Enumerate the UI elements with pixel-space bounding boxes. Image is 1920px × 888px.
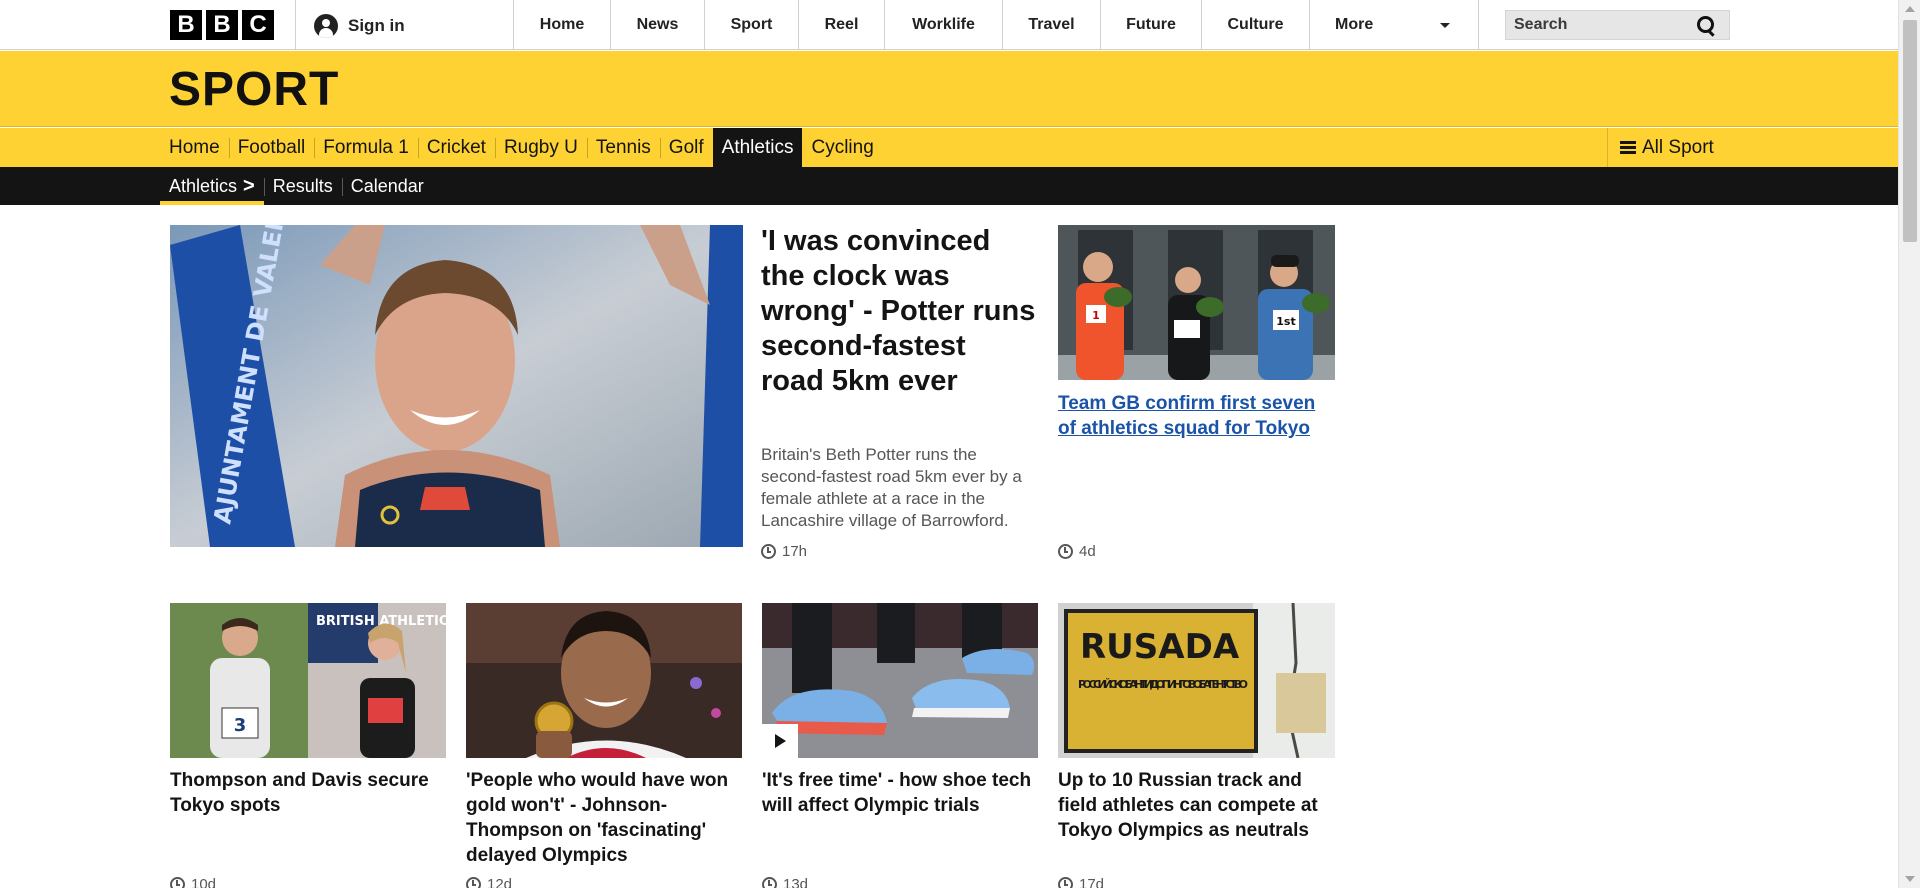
scroll-down-arrow-icon[interactable] [1905,876,1915,882]
sport-nav-athletics[interactable]: Athletics [712,128,803,167]
card-time: 10d [191,876,217,888]
card-headline-thompson-davis[interactable]: Thompson and Davis secure Tokyo spots [170,768,450,818]
bib-text-second: 1st [1276,315,1295,328]
header-divider [295,0,296,50]
card-timestamp: 12d [466,876,512,888]
lead-story-headline[interactable]: 'I was convinced the clock was wrong' - … [761,224,1036,399]
sport-nav-cycling[interactable]: Cycling [802,128,882,167]
play-icon[interactable] [762,724,798,758]
clock-icon [761,544,776,559]
card1-photo-illustration: BRITISH ATHLETICS 3 [170,603,446,758]
all-sport-label: All Sport [1642,136,1714,158]
lead-story-time: 17h [782,543,808,560]
bbc-logo[interactable]: B B C [170,10,274,40]
sport-nav-home[interactable]: Home [160,128,229,167]
bib-text: 1 [1092,309,1100,322]
nav-news[interactable]: News [610,0,704,50]
side-photo-illustration: 1 1st [1058,225,1335,380]
search-input[interactable] [1506,11,1686,39]
global-nav: Home News Sport Reel Worklife Travel Fut… [513,0,1479,50]
nav-future[interactable]: Future [1100,0,1201,50]
subnav-results[interactable]: Results [263,167,342,205]
nav-worklife[interactable]: Worklife [884,0,1002,50]
side-story-timestamp: 4d [1058,543,1096,560]
nav-home[interactable]: Home [513,0,610,50]
nav-culture[interactable]: Culture [1201,0,1309,50]
scrollbar-thumb[interactable] [1903,20,1917,242]
card-time: 13d [783,876,809,888]
rusada-sign-subtext: РОССИЙСКОЕ АНТИДОПИНГОВОЕ АГЕНТСТВО [1078,678,1248,691]
card-time: 12d [487,876,513,888]
card-time: 17d [1079,876,1105,888]
subnav-athletics-label: Athletics [169,175,238,196]
rusada-sign-text: RUSADA [1080,627,1240,667]
sign-in-link[interactable]: Sign in [314,14,405,38]
chevron-down-icon [1440,23,1450,28]
nav-more-label: More [1335,16,1374,33]
lead-story-image[interactable]: AJUNTAMENT DE VALENCIA [170,225,743,547]
chevron-right-icon: > [243,174,255,197]
sport-nav-golf[interactable]: Golf [659,128,713,167]
side-story-image[interactable]: 1 1st [1058,225,1335,380]
sport-nav-formula-1[interactable]: Formula 1 [314,128,418,167]
card-headline-shoe-tech[interactable]: 'It's free time' - how shoe tech will af… [762,768,1042,818]
card1-bib-text: 3 [234,715,247,736]
card-image-shoe-tech[interactable] [762,603,1038,758]
user-icon [314,14,338,38]
athletics-subnav: Athletics > Results Calendar [0,167,1898,205]
menu-icon [1620,140,1636,155]
sport-title[interactable]: SPORT [169,62,339,117]
search-box [1505,10,1730,40]
card-headline-russian-athletes[interactable]: Up to 10 Russian track and field athlete… [1058,768,1338,843]
nav-sport[interactable]: Sport [704,0,798,50]
nav-reel[interactable]: Reel [798,0,884,50]
card-headline-johnson-thompson[interactable]: 'People who would have won gold won't' -… [466,768,746,868]
bbc-global-header: B B C Sign in Home News Sport Reel Workl… [0,0,1898,50]
nav-more[interactable]: More [1309,0,1479,50]
card-timestamp: 13d [762,876,808,888]
side-story-headline[interactable]: Team GB confirm first seven of athletics… [1058,391,1335,441]
card3-photo-illustration [762,603,1038,758]
lead-story-summary: Britain's Beth Potter runs the second-fa… [761,445,1022,530]
clock-icon [466,877,481,888]
all-sport-button[interactable]: All Sport [1607,128,1898,167]
sport-nav-football[interactable]: Football [228,128,315,167]
nav-travel[interactable]: Travel [1002,0,1100,50]
side-story-time: 4d [1079,543,1096,560]
sport-masthead: SPORT [0,51,1898,127]
clock-icon [1058,877,1073,888]
sport-nav-rugby-union[interactable]: Rugby U [494,128,587,167]
card2-photo-illustration [466,603,742,758]
sport-nav-tennis[interactable]: Tennis [586,128,660,167]
subnav-calendar[interactable]: Calendar [341,167,433,205]
card-timestamp: 10d [170,876,216,888]
card-image-thompson-davis[interactable]: BRITISH ATHLETICS 3 [170,603,446,758]
logo-block-b1: B [170,10,202,40]
lead-story-timestamp: 17h [761,543,807,560]
logo-block-b2: B [206,10,238,40]
lead-photo-illustration: AJUNTAMENT DE VALENCIA [170,225,743,547]
clock-icon [762,877,777,888]
sport-nav: Home Football Formula 1 Cricket Rugby U … [0,128,1898,167]
card-image-johnson-thompson[interactable] [466,603,742,758]
clock-icon [1058,544,1073,559]
card4-photo-illustration: RUSADA РОССИЙСКОЕ АНТИДОПИНГОВОЕ АГЕНТСТ… [1058,603,1335,758]
subnav-athletics[interactable]: Athletics > [160,167,264,205]
search-icon[interactable] [1697,16,1715,34]
sign-in-label: Sign in [348,16,405,35]
page-scrollbar[interactable] [1898,0,1920,888]
card-image-rusada[interactable]: RUSADA РОССИЙСКОЕ АНТИДОПИНГОВОЕ АГЕНТСТ… [1058,603,1335,758]
scroll-up-arrow-icon[interactable] [1905,6,1915,12]
card-timestamp: 17d [1058,876,1104,888]
clock-icon [170,877,185,888]
logo-block-c: C [242,10,274,40]
sport-nav-cricket[interactable]: Cricket [417,128,495,167]
